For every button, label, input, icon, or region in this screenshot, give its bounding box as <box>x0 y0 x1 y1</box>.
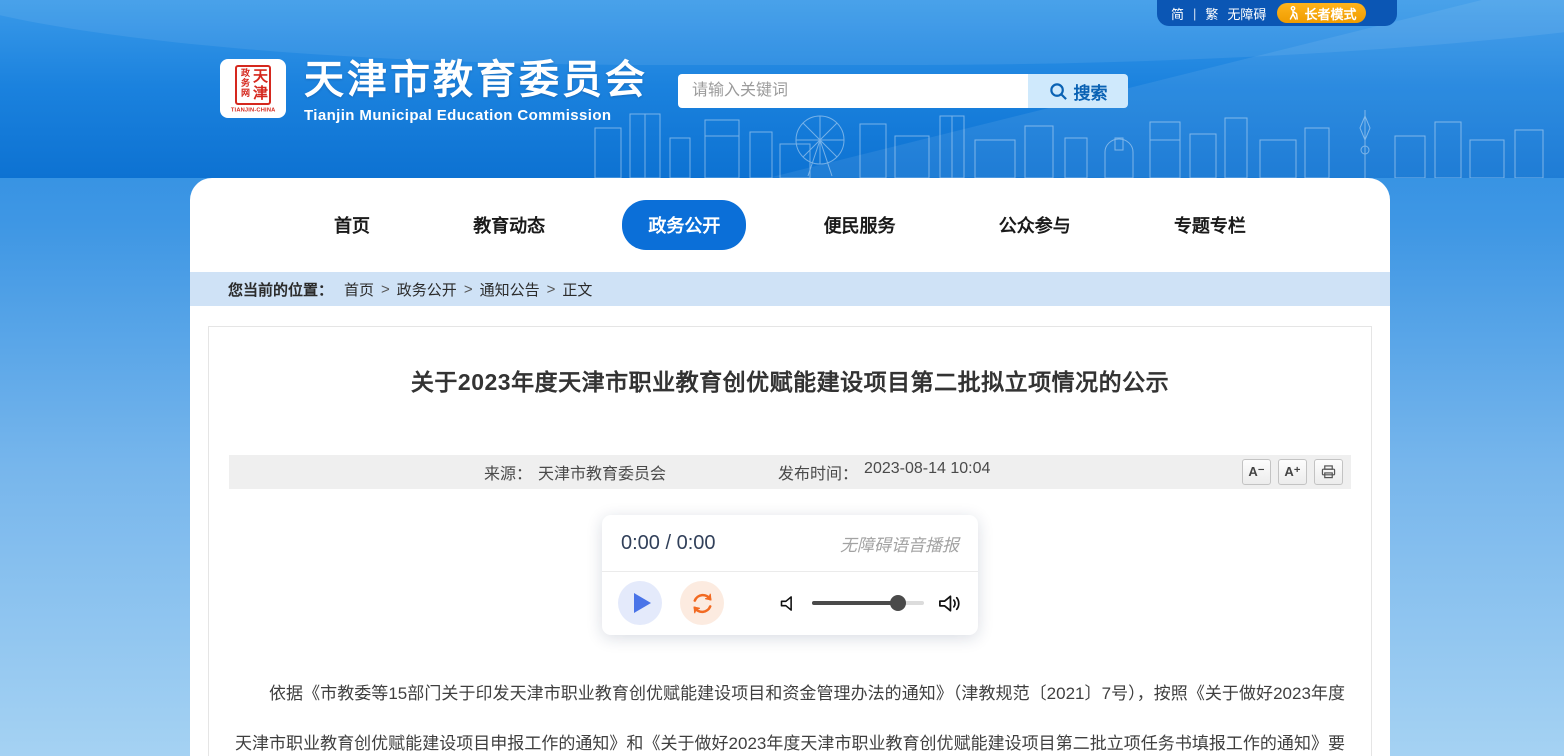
nav-label: 公众参与 <box>999 216 1071 236</box>
content-column: 首页 教育动态 政务公开 便民服务 公众参与 专题专栏 您当前的位置： 首页 >… <box>190 178 1390 756</box>
font-increase-button[interactable]: A⁺ <box>1278 459 1307 485</box>
breadcrumb-item-current: 正文 <box>562 279 592 300</box>
utility-topbar: 简 | 繁 无障碍 长者模式 <box>1157 0 1397 26</box>
source-value: 天津市教育委员会 <box>538 460 666 484</box>
search-input[interactable] <box>678 74 1028 108</box>
article-tools: A⁻ A⁺ <box>1242 459 1343 485</box>
volume-high-icon[interactable] <box>937 591 962 616</box>
nav-item-home[interactable]: 首页 <box>308 200 396 250</box>
nav-label: 专题专栏 <box>1174 216 1246 236</box>
replay-icon <box>689 590 716 617</box>
nav-label: 便民服务 <box>824 216 896 236</box>
elder-person-icon <box>1287 6 1300 20</box>
search-button-label: 搜索 <box>1074 79 1108 104</box>
seal-caption: TIANJIN-CHINA <box>231 108 276 114</box>
search-bar: 搜索 <box>678 74 1128 108</box>
nav-label: 教育动态 <box>473 216 545 236</box>
search-icon <box>1049 82 1068 101</box>
lang-simplified-link[interactable]: 简 <box>1171 4 1184 23</box>
font-decrease-button[interactable]: A⁻ <box>1242 459 1271 485</box>
brand: 政务网 天津 TIANJIN-CHINA 天津市教育委员会 Tianjin Mu… <box>220 59 648 124</box>
audio-caption: 无障碍语音播报 <box>840 531 959 556</box>
article-meta-bar: 来源： 天津市教育委员会 发布时间： 2023-08-14 10:04 A⁻ A… <box>229 455 1351 489</box>
article-card: 关于2023年度天津市职业教育创优赋能建设项目第二批拟立项情况的公示 来源： 天… <box>208 326 1372 756</box>
article-publish-time: 发布时间： 2023-08-14 10:04 <box>778 460 990 484</box>
header-banner: 政务网 天津 TIANJIN-CHINA 天津市教育委员会 Tianjin Mu… <box>0 0 1564 178</box>
play-button[interactable] <box>618 581 662 625</box>
audio-player-header: 0:00 / 0:00 无障碍语音播报 <box>602 515 978 572</box>
breadcrumb-item-government-affairs[interactable]: 政务公开 <box>397 279 457 300</box>
site-logo[interactable]: 政务网 天津 TIANJIN-CHINA <box>220 59 286 118</box>
volume-low-icon[interactable] <box>778 593 799 614</box>
tianjin-gov-seal: 政务网 天津 <box>235 65 271 105</box>
volume-slider[interactable] <box>812 595 924 611</box>
audio-time: 0:00 / 0:00 <box>621 532 716 555</box>
publish-time-value: 2023-08-14 10:04 <box>864 460 990 484</box>
nav-item-education-news[interactable]: 教育动态 <box>447 200 571 250</box>
site-titles: 天津市教育委员会 Tianjin Municipal Education Com… <box>304 59 648 124</box>
breadcrumb-separator: > <box>381 281 390 298</box>
breadcrumb-separator: > <box>464 281 473 298</box>
breadcrumb-item-notices[interactable]: 通知公告 <box>480 279 540 300</box>
site-name-english: Tianjin Municipal Education Commission <box>304 107 648 124</box>
breadcrumb: 您当前的位置： 首页 > 政务公开 > 通知公告 > 正文 <box>190 272 1390 306</box>
article-body: 依据《市教委等15部门关于印发天津市职业教育创优赋能建设项目和资金管理办法的通知… <box>229 669 1351 756</box>
audio-player: 0:00 / 0:00 无障碍语音播报 <box>602 515 978 635</box>
lang-traditional-link[interactable]: 繁 <box>1205 4 1218 23</box>
elder-mode-label: 长者模式 <box>1304 4 1356 23</box>
nav-label: 政务公开 <box>648 216 720 236</box>
seal-left-text: 政务网 <box>240 68 249 98</box>
page: 政务网 天津 TIANJIN-CHINA 天津市教育委员会 Tianjin Mu… <box>0 0 1564 756</box>
seal-right-text: 天津 <box>251 68 266 102</box>
article-title: 关于2023年度天津市职业教育创优赋能建设项目第二批拟立项情况的公示 <box>229 363 1351 397</box>
breadcrumb-label: 您当前的位置： <box>228 279 333 300</box>
source-label: 来源： <box>484 460 532 484</box>
replay-button[interactable] <box>680 581 724 625</box>
nav-item-public-participation[interactable]: 公众参与 <box>973 200 1097 250</box>
nav-item-special-columns[interactable]: 专题专栏 <box>1148 200 1272 250</box>
site-name: 天津市教育委员会 <box>304 59 648 101</box>
publish-time-label: 发布时间： <box>778 460 858 484</box>
volume-fill <box>812 601 898 605</box>
city-skyline-art <box>575 110 1559 178</box>
nav-item-public-services[interactable]: 便民服务 <box>798 200 922 250</box>
accessibility-link[interactable]: 无障碍 <box>1227 4 1266 23</box>
nav-label: 首页 <box>334 216 370 236</box>
play-icon <box>634 593 651 613</box>
breadcrumb-separator: > <box>547 281 556 298</box>
search-button[interactable]: 搜索 <box>1028 74 1128 108</box>
breadcrumb-item-home[interactable]: 首页 <box>344 279 374 300</box>
elder-mode-button[interactable]: 长者模式 <box>1277 3 1366 23</box>
main-navigation: 首页 教育动态 政务公开 便民服务 公众参与 专题专栏 <box>190 178 1390 272</box>
audio-player-controls <box>602 572 978 634</box>
print-button[interactable] <box>1314 459 1343 485</box>
print-icon <box>1321 465 1336 479</box>
article-source: 来源： 天津市教育委员会 <box>484 460 666 484</box>
nav-item-government-affairs[interactable]: 政务公开 <box>622 200 746 250</box>
lang-divider: | <box>1193 6 1196 21</box>
volume-thumb[interactable] <box>890 595 906 611</box>
volume-controls <box>778 591 962 616</box>
